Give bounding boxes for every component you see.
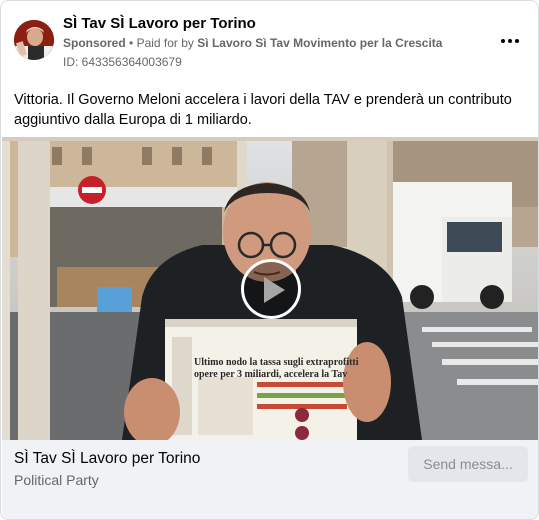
video-player[interactable]: Ultimo nodo la tassa sugli extraprofitti…	[2, 137, 538, 440]
send-message-button[interactable]: Send messa...	[408, 446, 528, 482]
newspaper-headline-line1: Ultimo nodo la tassa sugli extraprofitti	[194, 357, 359, 368]
more-horizontal-icon	[515, 39, 519, 43]
page-name[interactable]: SÌ Tav SÌ Lavoro per Torino	[63, 15, 256, 32]
ad-footer: SÌ Tav SÌ Lavoro per Torino Political Pa…	[2, 440, 538, 519]
separator-dot: •	[129, 36, 134, 50]
ad-id: ID: 643356364003679	[63, 55, 182, 69]
avatar-image	[14, 20, 54, 60]
more-options-button[interactable]	[498, 33, 522, 49]
post-text: Vittoria. Il Governo Meloni accelera i l…	[14, 92, 512, 128]
more-horizontal-icon	[501, 39, 505, 43]
ad-card: SÌ Tav SÌ Lavoro per Torino Sponsored • …	[0, 0, 539, 520]
sponsored-label: Sponsored	[63, 36, 126, 50]
paid-for-by[interactable]: Sì Lavoro Sì Tav Movimento per la Cresci…	[197, 36, 442, 50]
ad-header: SÌ Tav SÌ Lavoro per Torino Sponsored • …	[1, 1, 538, 79]
avatar[interactable]	[14, 20, 54, 60]
newspaper-headline-line2: opere per 3 miliardi, accelera la Tav	[194, 369, 347, 380]
sponsored-line: Sponsored • Paid for by Sì Lavoro Sì Tav…	[63, 36, 442, 50]
footer-page-name[interactable]: SÌ Tav SÌ Lavoro per Torino	[14, 450, 200, 468]
more-horizontal-icon	[508, 39, 512, 43]
footer-category: Political Party	[14, 472, 99, 488]
play-icon[interactable]	[241, 259, 301, 319]
paid-for-prefix: Paid for by	[136, 36, 194, 50]
